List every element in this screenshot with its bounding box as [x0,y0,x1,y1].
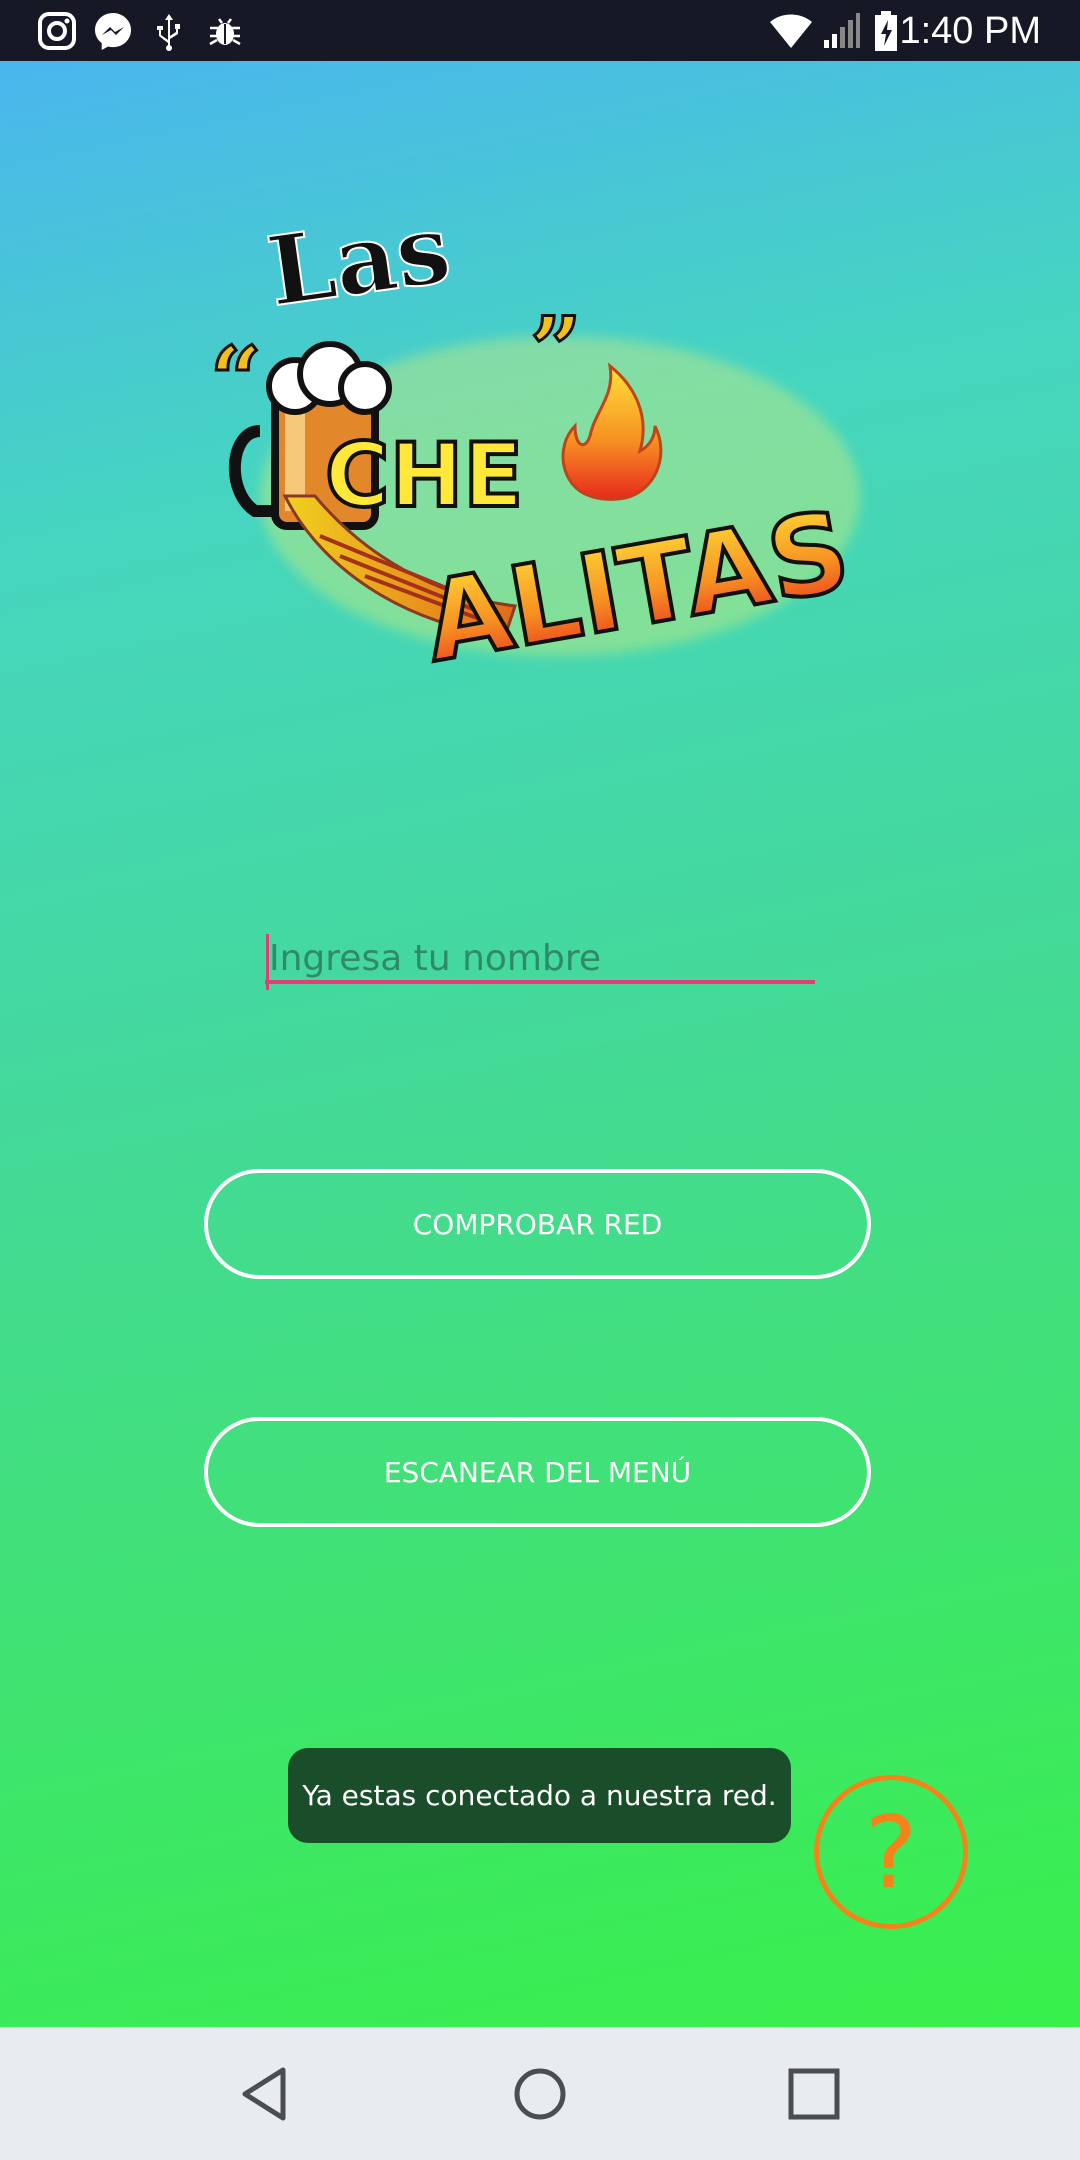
toast-message: Ya estas conectado a nuestra red. [288,1748,791,1843]
name-input-underline [265,980,815,984]
las-chealitas-logo: Las “ ” CHE ALITAS [209,196,861,689]
check-network-button[interactable]: COMPROBAR RED [204,1169,871,1279]
status-time: 1:40 PM [899,10,1041,52]
navigation-bar [0,2027,1080,2160]
app-screen: Las “ ” CHE ALITAS COMPROBAR RED ESCANE [0,61,1080,2027]
wifi-icon [770,14,812,48]
signal-icon [824,13,860,48]
recents-icon[interactable] [782,2062,846,2126]
svg-text:CHE: CHE [325,424,523,527]
bug-icon [209,18,241,46]
home-icon[interactable] [508,2062,572,2126]
svg-text:Las: Las [261,196,457,328]
svg-text:”: ” [530,297,582,403]
svg-text:“: “ [210,327,262,433]
question-mark-icon: ? [864,1793,918,1911]
instagram-icon [38,12,76,50]
status-bar: 1:40 PM [0,0,1080,61]
back-icon[interactable] [233,2062,297,2126]
messenger-icon [95,13,131,50]
usb-icon [157,14,180,51]
name-input[interactable] [265,916,819,1000]
scan-menu-button[interactable]: ESCANEAR DEL MENÚ [204,1417,871,1527]
help-button[interactable]: ? [814,1775,968,1929]
battery-charging-icon [875,11,897,51]
